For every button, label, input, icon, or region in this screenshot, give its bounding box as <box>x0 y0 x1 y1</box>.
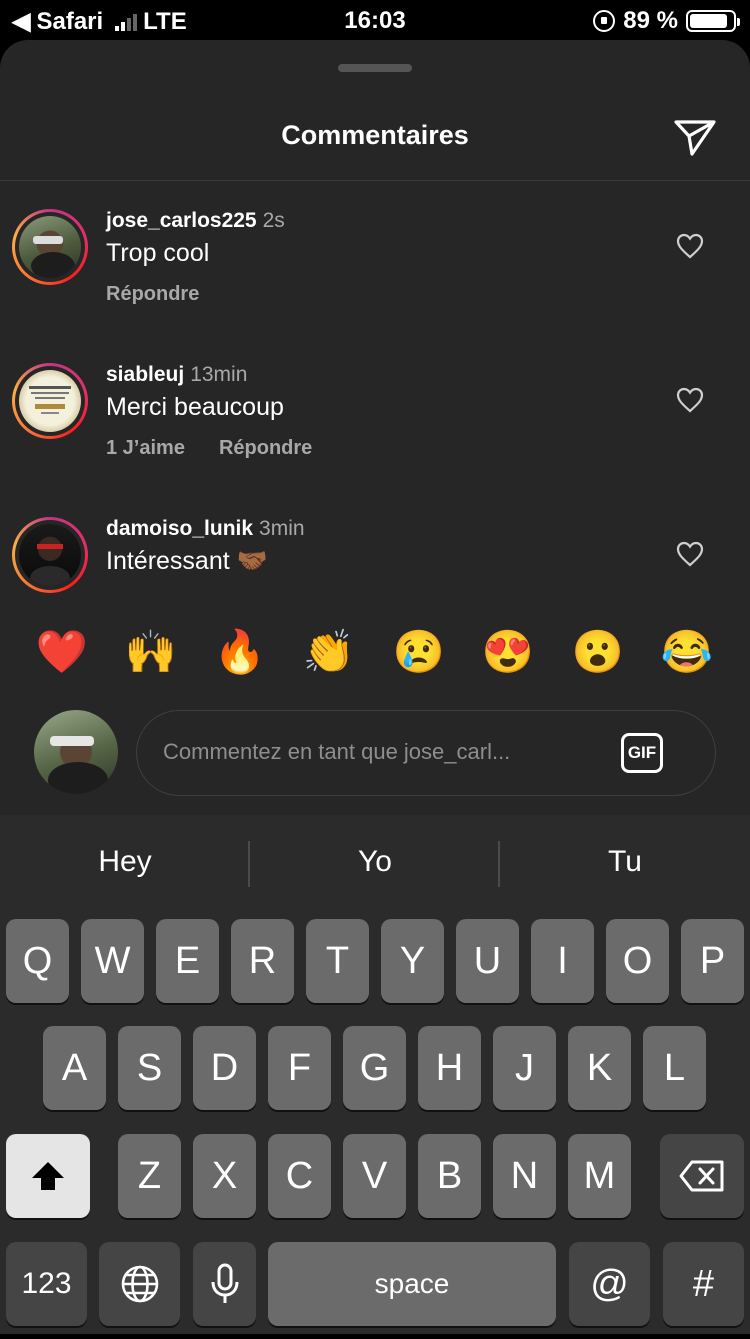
hash-key[interactable]: # <box>663 1242 744 1326</box>
key-h[interactable]: H <box>418 1026 481 1110</box>
comment-input-placeholder: Commentez en tant que jose_carl... <box>163 739 511 764</box>
key-l[interactable]: L <box>643 1026 706 1110</box>
key-s[interactable]: S <box>118 1026 181 1110</box>
suggestion-item[interactable]: Hey <box>0 845 250 879</box>
key-g[interactable]: G <box>343 1026 406 1110</box>
my-avatar <box>34 710 118 794</box>
reaction-cry[interactable]: 😢 <box>389 622 449 682</box>
key-b[interactable]: B <box>418 1134 481 1218</box>
avatar[interactable] <box>12 517 88 593</box>
globe-icon <box>121 1265 158 1303</box>
comment-item: siableuj 13min Merci beaucoup 1 J’aime Rép… <box>0 335 750 489</box>
microphone-icon <box>211 1263 238 1303</box>
battery-percent: 89 % <box>623 7 678 34</box>
keyboard: Hey Yo Tu Q W E R T Y U I O P A S D F G … <box>0 815 750 1334</box>
like-heart-icon[interactable] <box>676 233 704 259</box>
key-n[interactable]: N <box>493 1134 556 1218</box>
quick-reactions-bar: ❤️ 🙌 🔥 👏 😢 😍 😮 😂 <box>0 622 750 692</box>
key-z[interactable]: Z <box>118 1134 181 1218</box>
comment-username[interactable]: siableuj <box>106 363 184 386</box>
backspace-icon <box>679 1160 724 1192</box>
key-y[interactable]: Y <box>381 919 444 1003</box>
profile-photo <box>30 544 70 586</box>
key-w[interactable]: W <box>81 919 144 1003</box>
battery-icon <box>686 10 740 32</box>
avatar[interactable] <box>12 209 88 285</box>
status-right: 89 % <box>593 7 740 35</box>
comments-sheet: Commentaires jose_carlos225 2s Trop cool … <box>0 40 750 815</box>
sheet-grabber[interactable] <box>338 64 412 72</box>
key-t[interactable]: T <box>306 919 369 1003</box>
reaction-heart[interactable]: ❤️ <box>32 622 92 682</box>
reaction-laugh[interactable]: 😂 <box>657 622 717 682</box>
comment-item: jose_carlos225 2s Trop cool Répondre <box>0 181 750 335</box>
send-icon[interactable] <box>672 114 718 160</box>
reaction-heart-eyes[interactable]: 😍 <box>478 622 538 682</box>
comment-item: damoiso_lunik 3min Intéressant 🤝🏾 <box>0 489 750 593</box>
likes-count[interactable]: 1 J’aime <box>106 437 185 460</box>
key-q[interactable]: Q <box>6 919 69 1003</box>
reaction-fire[interactable]: 🔥 <box>210 622 270 682</box>
gif-button[interactable]: GIF <box>621 733 663 773</box>
key-u[interactable]: U <box>456 919 519 1003</box>
comment-time: 13min <box>190 363 248 386</box>
key-e[interactable]: E <box>156 919 219 1003</box>
globe-key[interactable] <box>99 1242 180 1326</box>
orientation-lock-icon <box>593 10 616 32</box>
like-heart-icon[interactable] <box>676 387 704 413</box>
key-k[interactable]: K <box>568 1026 631 1110</box>
numbers-key[interactable]: 123 <box>6 1242 87 1326</box>
comment-input[interactable]: Commentez en tant que jose_carl... GIF <box>136 710 716 796</box>
key-j[interactable]: J <box>493 1026 556 1110</box>
profile-photo <box>31 236 75 278</box>
like-heart-icon[interactable] <box>676 541 704 567</box>
comment-text: Intéressant 🤝🏾 <box>106 547 268 575</box>
shift-arrow-icon <box>32 1162 64 1190</box>
comment-text: Merci beaucoup <box>106 393 284 421</box>
reply-button[interactable]: Répondre <box>219 437 312 460</box>
key-i[interactable]: I <box>531 919 594 1003</box>
dictation-key[interactable] <box>193 1242 256 1326</box>
sheet-title: Commentaires <box>281 120 469 150</box>
key-o[interactable]: O <box>606 919 669 1003</box>
key-d[interactable]: D <box>193 1026 256 1110</box>
comment-username[interactable]: damoiso_lunik <box>106 517 253 540</box>
key-x[interactable]: X <box>193 1134 256 1218</box>
comment-username[interactable]: jose_carlos225 <box>106 209 257 232</box>
comment-list: jose_carlos225 2s Trop cool Répondre siab… <box>0 181 750 593</box>
status-bar: ◀ Safari LTE 16:03 89 % <box>0 0 750 40</box>
avatar[interactable] <box>12 363 88 439</box>
key-f[interactable]: F <box>268 1026 331 1110</box>
reaction-raised-hands[interactable]: 🙌 <box>121 622 181 682</box>
key-r[interactable]: R <box>231 919 294 1003</box>
comment-time: 2s <box>262 209 285 232</box>
suggestion-item[interactable]: Tu <box>500 845 750 879</box>
key-a[interactable]: A <box>43 1026 106 1110</box>
comment-text: Trop cool <box>106 239 210 267</box>
comment-composer: Commentez en tant que jose_carl... GIF <box>0 708 750 800</box>
space-key[interactable]: space <box>268 1242 556 1326</box>
shift-key[interactable] <box>6 1134 90 1218</box>
reply-button[interactable]: Répondre <box>106 283 199 306</box>
reaction-surprised[interactable]: 😮 <box>568 622 628 682</box>
at-key[interactable]: @ <box>569 1242 650 1326</box>
profile-photo <box>29 386 71 414</box>
key-m[interactable]: M <box>568 1134 631 1218</box>
key-c[interactable]: C <box>268 1134 331 1218</box>
delete-key[interactable] <box>660 1134 744 1218</box>
key-p[interactable]: P <box>681 919 744 1003</box>
key-v[interactable]: V <box>343 1134 406 1218</box>
keyboard-suggestions: Hey Yo Tu <box>0 815 750 913</box>
reaction-clap[interactable]: 👏 <box>299 622 359 682</box>
comment-time: 3min <box>259 517 305 540</box>
suggestion-item[interactable]: Yo <box>250 845 500 879</box>
